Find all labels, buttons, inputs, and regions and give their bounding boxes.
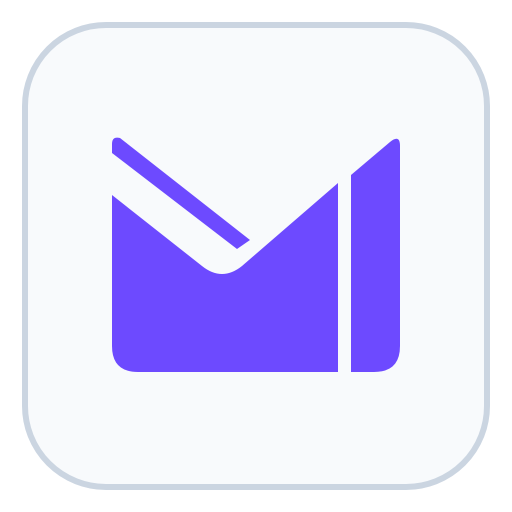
envelope-logo-icon	[112, 137, 400, 372]
envelope-body	[112, 183, 338, 372]
envelope-right-bar	[351, 138, 400, 372]
app-icon-canvas	[0, 0, 512, 512]
